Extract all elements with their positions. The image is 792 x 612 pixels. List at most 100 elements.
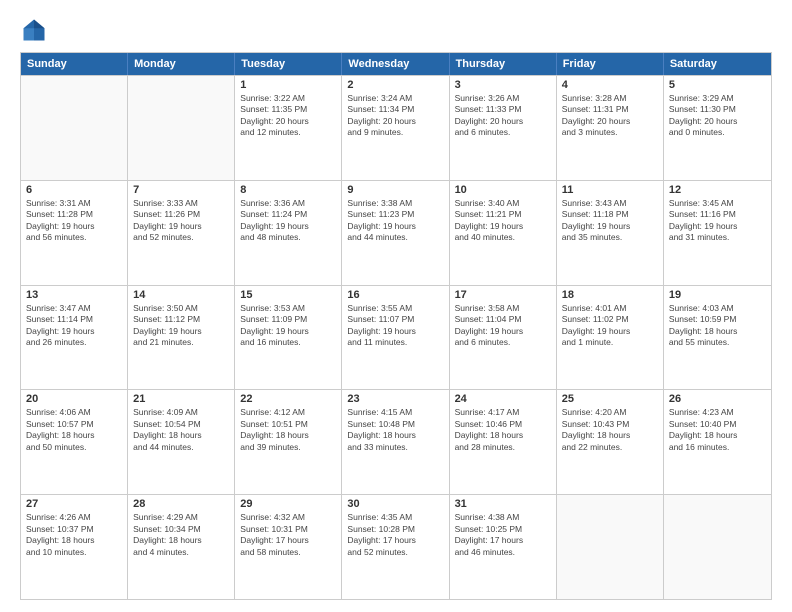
day-number: 7 bbox=[133, 184, 229, 196]
day-number: 3 bbox=[455, 79, 551, 91]
day-number: 27 bbox=[26, 498, 122, 510]
day-number: 12 bbox=[669, 184, 766, 196]
day-number: 2 bbox=[347, 79, 443, 91]
empty-cell bbox=[664, 495, 771, 599]
day-info: Sunrise: 3:31 AM Sunset: 11:28 PM Daylig… bbox=[26, 198, 122, 244]
calendar-row-2: 6Sunrise: 3:31 AM Sunset: 11:28 PM Dayli… bbox=[21, 180, 771, 285]
day-number: 15 bbox=[240, 289, 336, 301]
day-cell-16: 16 Sunrise: 3:55 AM Sunset: 11:07 PM Dayl… bbox=[342, 286, 449, 390]
day-cell-23: 23 Sunrise: 4:15 AM Sunset: 10:48 PM Dayl… bbox=[342, 390, 449, 494]
day-cell-5: 5 Sunrise: 3:29 AM Sunset: 11:30 PM Dayli… bbox=[664, 76, 771, 180]
day-number: 13 bbox=[26, 289, 122, 301]
logo-icon bbox=[20, 16, 48, 44]
day-info: Sunrise: 3:29 AM Sunset: 11:30 PM Daylig… bbox=[669, 93, 766, 139]
day-number: 22 bbox=[240, 393, 336, 405]
day-cell-9: 9Sunrise: 3:38 AM Sunset: 11:23 PM Dayli… bbox=[342, 181, 449, 285]
day-cell-15: 15 Sunrise: 3:53 AM Sunset: 11:09 PM Dayl… bbox=[235, 286, 342, 390]
day-info: Sunrise: 3:55 AM Sunset: 11:07 PM Daylig… bbox=[347, 303, 443, 349]
day-info: Sunrise: 4:06 AM Sunset: 10:57 PM Daylig… bbox=[26, 407, 122, 453]
day-info: Sunrise: 4:12 AM Sunset: 10:51 PM Daylig… bbox=[240, 407, 336, 453]
day-info: Sunrise: 3:26 AM Sunset: 11:33 PM Daylig… bbox=[455, 93, 551, 139]
day-number: 9 bbox=[347, 184, 443, 196]
day-info: Sunrise: 4:23 AM Sunset: 10:40 PM Daylig… bbox=[669, 407, 766, 453]
header-day-friday: Friday bbox=[557, 53, 664, 75]
day-cell-6: 6Sunrise: 3:31 AM Sunset: 11:28 PM Dayli… bbox=[21, 181, 128, 285]
day-cell-19: 19 Sunrise: 4:03 AM Sunset: 10:59 PM Dayl… bbox=[664, 286, 771, 390]
day-info: Sunrise: 3:47 AM Sunset: 11:14 PM Daylig… bbox=[26, 303, 122, 349]
day-cell-28: 28 Sunrise: 4:29 AM Sunset: 10:34 PM Dayl… bbox=[128, 495, 235, 599]
calendar-header: SundayMondayTuesdayWednesdayThursdayFrid… bbox=[21, 53, 771, 75]
header-day-sunday: Sunday bbox=[21, 53, 128, 75]
day-number: 14 bbox=[133, 289, 229, 301]
calendar-row-5: 27 Sunrise: 4:26 AM Sunset: 10:37 PM Dayl… bbox=[21, 494, 771, 599]
day-cell-18: 18Sunrise: 4:01 AM Sunset: 11:02 PM Dayl… bbox=[557, 286, 664, 390]
calendar-body: 1Sunrise: 3:22 AM Sunset: 11:35 PM Dayli… bbox=[21, 75, 771, 599]
day-cell-3: 3 Sunrise: 3:26 AM Sunset: 11:33 PM Dayli… bbox=[450, 76, 557, 180]
day-cell-27: 27 Sunrise: 4:26 AM Sunset: 10:37 PM Dayl… bbox=[21, 495, 128, 599]
day-info: Sunrise: 4:38 AM Sunset: 10:25 PM Daylig… bbox=[455, 512, 551, 558]
day-info: Sunrise: 3:53 AM Sunset: 11:09 PM Daylig… bbox=[240, 303, 336, 349]
day-cell-7: 7 Sunrise: 3:33 AM Sunset: 11:26 PM Dayli… bbox=[128, 181, 235, 285]
header-day-tuesday: Tuesday bbox=[235, 53, 342, 75]
calendar: SundayMondayTuesdayWednesdayThursdayFrid… bbox=[20, 52, 772, 600]
calendar-row-3: 13 Sunrise: 3:47 AM Sunset: 11:14 PM Dayl… bbox=[21, 285, 771, 390]
day-number: 1 bbox=[240, 79, 336, 91]
header bbox=[20, 16, 772, 44]
day-number: 29 bbox=[240, 498, 336, 510]
day-cell-20: 20 Sunrise: 4:06 AM Sunset: 10:57 PM Dayl… bbox=[21, 390, 128, 494]
day-info: Sunrise: 3:40 AM Sunset: 11:21 PM Daylig… bbox=[455, 198, 551, 244]
day-info: Sunrise: 3:50 AM Sunset: 11:12 PM Daylig… bbox=[133, 303, 229, 349]
header-day-monday: Monday bbox=[128, 53, 235, 75]
day-cell-30: 30 Sunrise: 4:35 AM Sunset: 10:28 PM Dayl… bbox=[342, 495, 449, 599]
day-cell-24: 24 Sunrise: 4:17 AM Sunset: 10:46 PM Dayl… bbox=[450, 390, 557, 494]
day-cell-4: 4 Sunrise: 3:28 AM Sunset: 11:31 PM Dayli… bbox=[557, 76, 664, 180]
day-info: Sunrise: 4:17 AM Sunset: 10:46 PM Daylig… bbox=[455, 407, 551, 453]
day-number: 10 bbox=[455, 184, 551, 196]
day-info: Sunrise: 4:15 AM Sunset: 10:48 PM Daylig… bbox=[347, 407, 443, 453]
day-number: 17 bbox=[455, 289, 551, 301]
day-info: Sunrise: 4:35 AM Sunset: 10:28 PM Daylig… bbox=[347, 512, 443, 558]
day-number: 25 bbox=[562, 393, 658, 405]
day-info: Sunrise: 3:33 AM Sunset: 11:26 PM Daylig… bbox=[133, 198, 229, 244]
day-cell-1: 1Sunrise: 3:22 AM Sunset: 11:35 PM Dayli… bbox=[235, 76, 342, 180]
day-info: Sunrise: 4:03 AM Sunset: 10:59 PM Daylig… bbox=[669, 303, 766, 349]
header-day-thursday: Thursday bbox=[450, 53, 557, 75]
day-number: 31 bbox=[455, 498, 551, 510]
day-number: 20 bbox=[26, 393, 122, 405]
day-cell-14: 14 Sunrise: 3:50 AM Sunset: 11:12 PM Dayl… bbox=[128, 286, 235, 390]
day-cell-8: 8 Sunrise: 3:36 AM Sunset: 11:24 PM Dayli… bbox=[235, 181, 342, 285]
day-info: Sunrise: 3:36 AM Sunset: 11:24 PM Daylig… bbox=[240, 198, 336, 244]
day-number: 5 bbox=[669, 79, 766, 91]
day-number: 8 bbox=[240, 184, 336, 196]
day-cell-26: 26 Sunrise: 4:23 AM Sunset: 10:40 PM Dayl… bbox=[664, 390, 771, 494]
empty-cell bbox=[128, 76, 235, 180]
day-number: 21 bbox=[133, 393, 229, 405]
header-day-wednesday: Wednesday bbox=[342, 53, 449, 75]
logo bbox=[20, 16, 52, 44]
day-info: Sunrise: 4:26 AM Sunset: 10:37 PM Daylig… bbox=[26, 512, 122, 558]
day-info: Sunrise: 4:09 AM Sunset: 10:54 PM Daylig… bbox=[133, 407, 229, 453]
day-number: 19 bbox=[669, 289, 766, 301]
day-number: 26 bbox=[669, 393, 766, 405]
empty-cell bbox=[557, 495, 664, 599]
day-number: 23 bbox=[347, 393, 443, 405]
day-number: 28 bbox=[133, 498, 229, 510]
day-info: Sunrise: 3:43 AM Sunset: 11:18 PM Daylig… bbox=[562, 198, 658, 244]
page: SundayMondayTuesdayWednesdayThursdayFrid… bbox=[0, 0, 792, 612]
day-cell-17: 17Sunrise: 3:58 AM Sunset: 11:04 PM Dayl… bbox=[450, 286, 557, 390]
calendar-row-4: 20 Sunrise: 4:06 AM Sunset: 10:57 PM Dayl… bbox=[21, 389, 771, 494]
day-info: Sunrise: 3:45 AM Sunset: 11:16 PM Daylig… bbox=[669, 198, 766, 244]
day-info: Sunrise: 3:28 AM Sunset: 11:31 PM Daylig… bbox=[562, 93, 658, 139]
day-number: 18 bbox=[562, 289, 658, 301]
day-number: 4 bbox=[562, 79, 658, 91]
day-number: 11 bbox=[562, 184, 658, 196]
day-info: Sunrise: 3:24 AM Sunset: 11:34 PM Daylig… bbox=[347, 93, 443, 139]
day-info: Sunrise: 4:32 AM Sunset: 10:31 PM Daylig… bbox=[240, 512, 336, 558]
day-number: 30 bbox=[347, 498, 443, 510]
day-cell-2: 2 Sunrise: 3:24 AM Sunset: 11:34 PM Dayli… bbox=[342, 76, 449, 180]
day-number: 16 bbox=[347, 289, 443, 301]
day-number: 24 bbox=[455, 393, 551, 405]
day-cell-12: 12 Sunrise: 3:45 AM Sunset: 11:16 PM Dayl… bbox=[664, 181, 771, 285]
day-info: Sunrise: 4:29 AM Sunset: 10:34 PM Daylig… bbox=[133, 512, 229, 558]
empty-cell bbox=[21, 76, 128, 180]
